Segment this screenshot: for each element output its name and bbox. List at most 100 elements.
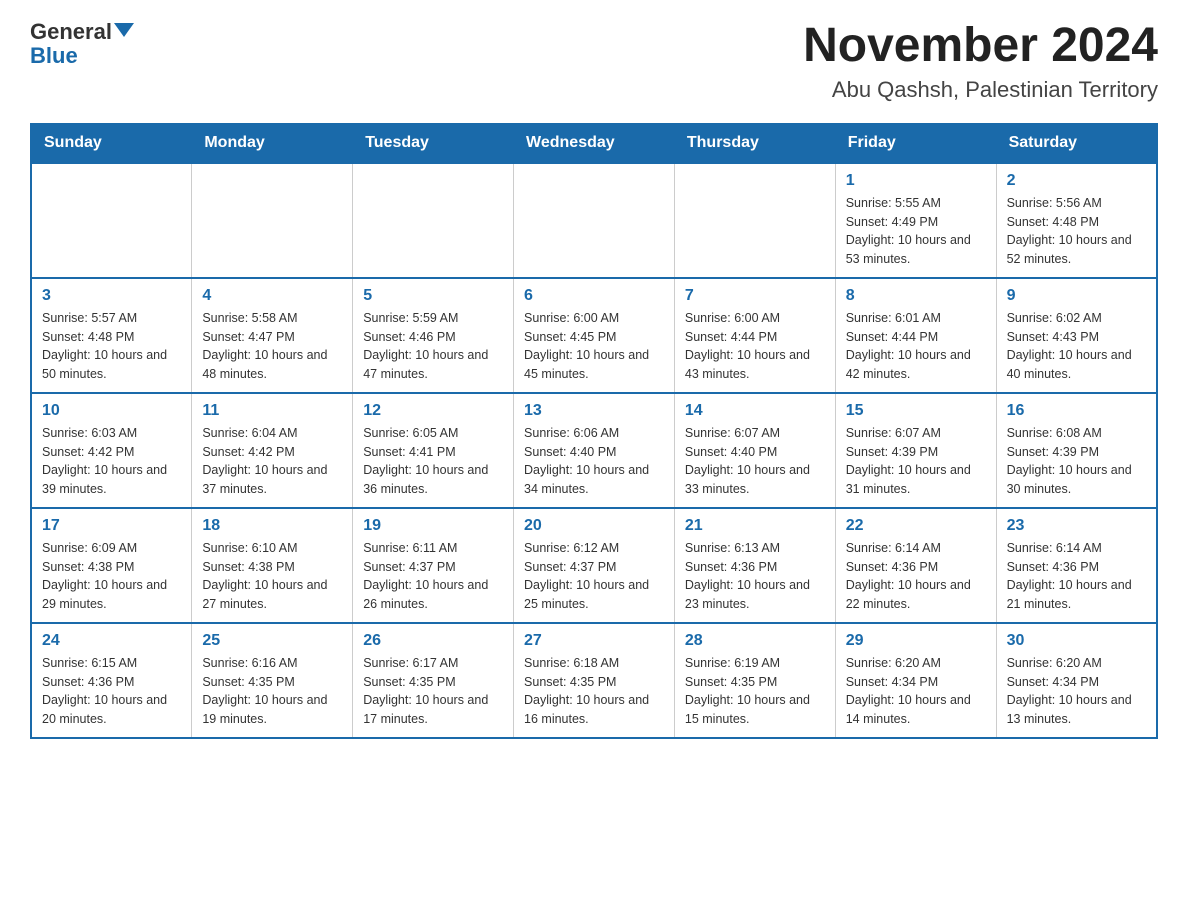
calendar-cell: 25 Sunrise: 6:16 AMSunset: 4:35 PMDayligh…	[192, 623, 353, 738]
col-header-wednesday: Wednesday	[514, 123, 675, 163]
calendar-cell: 11 Sunrise: 6:04 AMSunset: 4:42 PMDayligh…	[192, 393, 353, 508]
calendar-cell	[514, 163, 675, 278]
calendar-cell: 8 Sunrise: 6:01 AMSunset: 4:44 PMDaylight…	[835, 278, 996, 393]
day-info: Sunrise: 6:05 AMSunset: 4:41 PMDaylight:…	[363, 424, 503, 499]
day-info: Sunrise: 6:00 AMSunset: 4:45 PMDaylight:…	[524, 309, 664, 384]
col-header-saturday: Saturday	[996, 123, 1157, 163]
day-number: 14	[685, 402, 825, 420]
day-number: 3	[42, 287, 181, 305]
day-number: 15	[846, 402, 986, 420]
day-number: 29	[846, 632, 986, 650]
day-number: 5	[363, 287, 503, 305]
day-info: Sunrise: 6:07 AMSunset: 4:39 PMDaylight:…	[846, 424, 986, 499]
day-info: Sunrise: 6:20 AMSunset: 4:34 PMDaylight:…	[1007, 654, 1146, 729]
day-info: Sunrise: 6:17 AMSunset: 4:35 PMDaylight:…	[363, 654, 503, 729]
day-number: 22	[846, 517, 986, 535]
page-header: General Blue November 2024 Abu Qashsh, P…	[30, 20, 1158, 103]
day-info: Sunrise: 5:56 AMSunset: 4:48 PMDaylight:…	[1007, 194, 1146, 269]
day-number: 19	[363, 517, 503, 535]
day-info: Sunrise: 5:59 AMSunset: 4:46 PMDaylight:…	[363, 309, 503, 384]
day-number: 17	[42, 517, 181, 535]
day-number: 13	[524, 402, 664, 420]
calendar-cell: 16Sunrise: 6:08 AMSunset: 4:39 PMDayligh…	[996, 393, 1157, 508]
day-number: 2	[1007, 172, 1146, 190]
col-header-sunday: Sunday	[31, 123, 192, 163]
calendar-cell: 4Sunrise: 5:58 AMSunset: 4:47 PMDaylight…	[192, 278, 353, 393]
day-number: 9	[1007, 287, 1146, 305]
calendar-cell: 6 Sunrise: 6:00 AMSunset: 4:45 PMDaylight…	[514, 278, 675, 393]
day-info: Sunrise: 6:10 AMSunset: 4:38 PMDaylight:…	[202, 539, 342, 614]
logo-triangle-icon	[114, 23, 134, 37]
day-info: Sunrise: 6:11 AMSunset: 4:37 PMDaylight:…	[363, 539, 503, 614]
day-info: Sunrise: 6:00 AMSunset: 4:44 PMDaylight:…	[685, 309, 825, 384]
col-header-friday: Friday	[835, 123, 996, 163]
day-number: 28	[685, 632, 825, 650]
title-area: November 2024 Abu Qashsh, Palestinian Te…	[803, 20, 1158, 103]
day-info: Sunrise: 6:12 AMSunset: 4:37 PMDaylight:…	[524, 539, 664, 614]
calendar-cell: 28 Sunrise: 6:19 AMSunset: 4:35 PMDayligh…	[674, 623, 835, 738]
logo: General Blue	[30, 20, 134, 68]
month-title: November 2024	[803, 20, 1158, 73]
day-info: Sunrise: 6:03 AMSunset: 4:42 PMDaylight:…	[42, 424, 181, 499]
day-info: Sunrise: 6:06 AMSunset: 4:40 PMDaylight:…	[524, 424, 664, 499]
day-number: 26	[363, 632, 503, 650]
logo-blue-text: Blue	[30, 44, 78, 68]
calendar-cell	[353, 163, 514, 278]
calendar-cell: 12 Sunrise: 6:05 AMSunset: 4:41 PMDayligh…	[353, 393, 514, 508]
calendar-cell: 18Sunrise: 6:10 AMSunset: 4:38 PMDayligh…	[192, 508, 353, 623]
calendar-header-row: SundayMondayTuesdayWednesdayThursdayFrid…	[31, 123, 1157, 163]
day-number: 30	[1007, 632, 1146, 650]
calendar-cell: 14Sunrise: 6:07 AMSunset: 4:40 PMDayligh…	[674, 393, 835, 508]
col-header-thursday: Thursday	[674, 123, 835, 163]
calendar-cell: 5 Sunrise: 5:59 AMSunset: 4:46 PMDaylight…	[353, 278, 514, 393]
day-info: Sunrise: 6:01 AMSunset: 4:44 PMDaylight:…	[846, 309, 986, 384]
logo-general-text: General	[30, 20, 112, 44]
day-number: 25	[202, 632, 342, 650]
day-info: Sunrise: 5:57 AMSunset: 4:48 PMDaylight:…	[42, 309, 181, 384]
calendar-cell: 21 Sunrise: 6:13 AMSunset: 4:36 PMDayligh…	[674, 508, 835, 623]
calendar-cell: 10 Sunrise: 6:03 AMSunset: 4:42 PMDayligh…	[31, 393, 192, 508]
day-number: 1	[846, 172, 986, 190]
day-info: Sunrise: 6:13 AMSunset: 4:36 PMDaylight:…	[685, 539, 825, 614]
calendar-cell	[192, 163, 353, 278]
location-title: Abu Qashsh, Palestinian Territory	[803, 77, 1158, 103]
calendar-week-row: 24Sunrise: 6:15 AMSunset: 4:36 PMDayligh…	[31, 623, 1157, 738]
calendar-cell: 13 Sunrise: 6:06 AMSunset: 4:40 PMDayligh…	[514, 393, 675, 508]
day-info: Sunrise: 6:04 AMSunset: 4:42 PMDaylight:…	[202, 424, 342, 499]
calendar-cell: 7 Sunrise: 6:00 AMSunset: 4:44 PMDaylight…	[674, 278, 835, 393]
day-info: Sunrise: 6:19 AMSunset: 4:35 PMDaylight:…	[685, 654, 825, 729]
day-info: Sunrise: 6:08 AMSunset: 4:39 PMDaylight:…	[1007, 424, 1146, 499]
day-info: Sunrise: 6:20 AMSunset: 4:34 PMDaylight:…	[846, 654, 986, 729]
calendar-cell: 26 Sunrise: 6:17 AMSunset: 4:35 PMDayligh…	[353, 623, 514, 738]
day-number: 12	[363, 402, 503, 420]
day-number: 10	[42, 402, 181, 420]
calendar-cell: 23 Sunrise: 6:14 AMSunset: 4:36 PMDayligh…	[996, 508, 1157, 623]
day-info: Sunrise: 6:15 AMSunset: 4:36 PMDaylight:…	[42, 654, 181, 729]
calendar-cell: 30 Sunrise: 6:20 AMSunset: 4:34 PMDayligh…	[996, 623, 1157, 738]
day-number: 7	[685, 287, 825, 305]
day-info: Sunrise: 6:16 AMSunset: 4:35 PMDaylight:…	[202, 654, 342, 729]
day-number: 6	[524, 287, 664, 305]
calendar-cell: 19 Sunrise: 6:11 AMSunset: 4:37 PMDayligh…	[353, 508, 514, 623]
day-info: Sunrise: 6:18 AMSunset: 4:35 PMDaylight:…	[524, 654, 664, 729]
calendar-cell: 22Sunrise: 6:14 AMSunset: 4:36 PMDayligh…	[835, 508, 996, 623]
calendar-week-row: 17Sunrise: 6:09 AMSunset: 4:38 PMDayligh…	[31, 508, 1157, 623]
day-number: 21	[685, 517, 825, 535]
col-header-monday: Monday	[192, 123, 353, 163]
calendar-cell: 29 Sunrise: 6:20 AMSunset: 4:34 PMDayligh…	[835, 623, 996, 738]
day-number: 8	[846, 287, 986, 305]
calendar-cell: 1 Sunrise: 5:55 AMSunset: 4:49 PMDaylight…	[835, 163, 996, 278]
day-number: 23	[1007, 517, 1146, 535]
day-info: Sunrise: 6:14 AMSunset: 4:36 PMDaylight:…	[1007, 539, 1146, 614]
calendar-cell: 20 Sunrise: 6:12 AMSunset: 4:37 PMDayligh…	[514, 508, 675, 623]
calendar-cell: 27Sunrise: 6:18 AMSunset: 4:35 PMDayligh…	[514, 623, 675, 738]
calendar-cell	[674, 163, 835, 278]
calendar-cell: 3 Sunrise: 5:57 AMSunset: 4:48 PMDaylight…	[31, 278, 192, 393]
calendar-cell: 17Sunrise: 6:09 AMSunset: 4:38 PMDayligh…	[31, 508, 192, 623]
calendar-cell: 9Sunrise: 6:02 AMSunset: 4:43 PMDaylight…	[996, 278, 1157, 393]
calendar-cell: 2 Sunrise: 5:56 AMSunset: 4:48 PMDaylight…	[996, 163, 1157, 278]
calendar-week-row: 10 Sunrise: 6:03 AMSunset: 4:42 PMDayligh…	[31, 393, 1157, 508]
day-info: Sunrise: 5:55 AMSunset: 4:49 PMDaylight:…	[846, 194, 986, 269]
day-number: 11	[202, 402, 342, 420]
day-number: 20	[524, 517, 664, 535]
